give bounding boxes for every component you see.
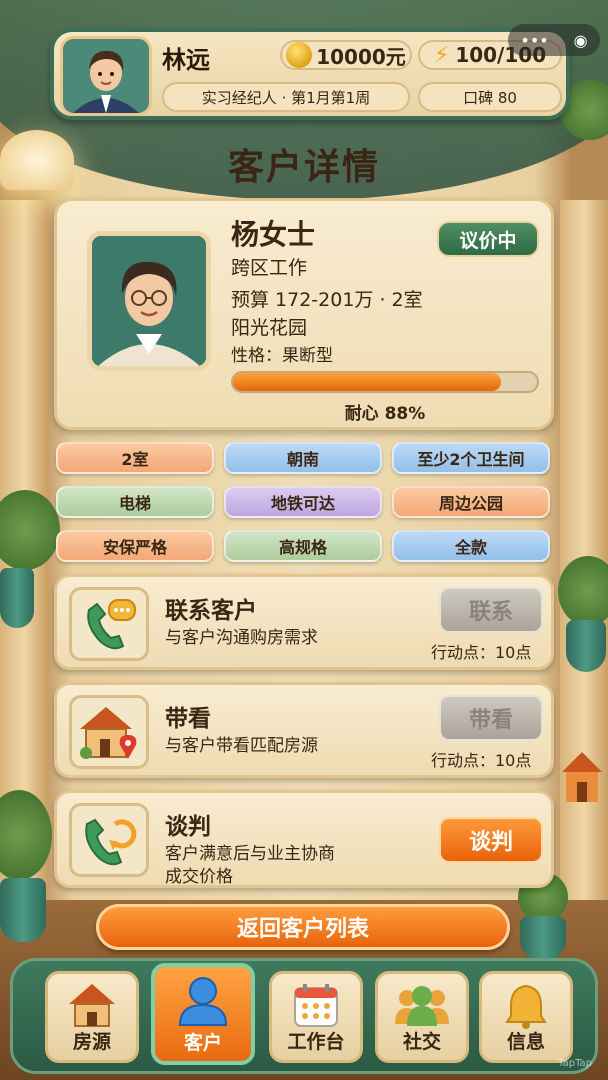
player-name: 林远 [162, 46, 210, 74]
watermark: TapTap [558, 1058, 592, 1069]
pot-decoration [566, 620, 606, 672]
pot-decoration [520, 916, 566, 960]
requirement-tag: 地铁可达 [224, 486, 382, 518]
client-budget: 预算 172-201万 · 2室 [231, 289, 423, 311]
requirement-tag: 周边公园 [392, 486, 550, 518]
player-avatar[interactable] [60, 36, 152, 116]
action-desc: 与客户沟通购房需求 [165, 628, 318, 648]
group-icon [395, 986, 449, 1026]
requirement-tag: 高规格 [224, 530, 382, 562]
nav-item-messages[interactable]: 信息 [479, 971, 573, 1063]
page-title: 客户详情 [227, 147, 380, 188]
client-area: 阳光花园 [231, 317, 308, 339]
patience-label: 耐心 88% [344, 404, 426, 424]
requirement-tag: 全款 [392, 530, 550, 562]
lightning-icon: ⚡ [433, 42, 450, 68]
action-card-viewing: 带看 与客户带看匹配房源 带看 行动点：10点 [54, 682, 554, 778]
requirement-tag: 朝南 [224, 442, 382, 474]
nav-label: 房源 [72, 1031, 111, 1053]
calendar-icon [294, 984, 338, 1027]
bell-icon [505, 984, 547, 1029]
action-desc: 与客户带看匹配房源 [165, 736, 318, 756]
requirement-tag: 安保严格 [56, 530, 214, 562]
contact-button[interactable]: 联系 [439, 587, 543, 633]
player-status-bar: 林远 10000元 ⚡ 100/100 实习经纪人 · 第1月第1周 口碑 80 [50, 28, 570, 120]
requirement-tag: 2室 [56, 442, 214, 474]
action-title: 带看 [165, 706, 211, 732]
patience-bar [231, 371, 539, 393]
status-badge: 议价中 [437, 221, 539, 257]
nav-item-listings[interactable]: 房源 [45, 971, 139, 1063]
nav-item-clients[interactable]: 客户 [151, 963, 255, 1065]
negotiate-button[interactable]: 谈判 [439, 817, 543, 863]
phone-cycle-icon [69, 803, 149, 877]
coin-icon [286, 42, 313, 68]
nav-label: 社交 [402, 1031, 441, 1053]
viewing-button[interactable]: 带看 [439, 695, 543, 741]
close-button[interactable]: ◉ [574, 31, 588, 50]
bottom-navigation: 房源 客户 工作台 社交 信息 [10, 958, 598, 1074]
pot-decoration [0, 878, 46, 942]
phone-chat-icon [69, 587, 149, 661]
nav-item-workbench[interactable]: 工作台 [269, 971, 363, 1063]
client-work: 跨区工作 [231, 257, 308, 279]
rank-date-label: 实习经纪人 · 第1月第1周 [162, 82, 410, 112]
house-icon [69, 984, 115, 1027]
patience-bar-fill [233, 373, 501, 391]
coin-value: 10000元 [316, 44, 406, 69]
requirement-tag: 电梯 [56, 486, 214, 518]
nav-item-social[interactable]: 社交 [375, 971, 469, 1063]
action-cost: 行动点：10点 [431, 643, 532, 662]
mini-program-capsule: ••• ◉ [508, 24, 600, 56]
more-menu-button[interactable]: ••• [520, 31, 548, 50]
action-card-contact: 联系客户 与客户沟通购房需求 联系 行动点：10点 [54, 574, 554, 670]
return-to-client-list-button[interactable]: 返回客户列表 [96, 904, 510, 950]
house-decoration [562, 752, 602, 802]
action-title: 谈判 [165, 814, 211, 840]
client-personality: 性格：果断型 [231, 346, 333, 366]
person-icon [178, 977, 228, 1026]
reputation-label: 口碑 80 [418, 82, 562, 112]
nav-label: 工作台 [287, 1031, 345, 1053]
action-desc: 客户满意后与业主协商成交价格 [165, 844, 335, 887]
client-name: 杨女士 [231, 218, 316, 251]
nav-label: 信息 [506, 1031, 545, 1053]
action-card-negotiate: 谈判 客户满意后与业主协商成交价格 谈判 [54, 790, 554, 888]
client-info-card: 杨女士 议价中 跨区工作 预算 172-201万 · 2室 阳光花园 性格：果断… [54, 198, 554, 430]
nav-label: 客户 [183, 1032, 222, 1054]
client-portrait [87, 231, 211, 371]
house-location-icon [69, 695, 149, 769]
action-title: 联系客户 [165, 598, 257, 624]
requirement-tag: 至少2个卫生间 [392, 442, 550, 474]
action-cost: 行动点：10点 [431, 751, 532, 770]
pot-decoration [0, 568, 34, 628]
coin-counter: 10000元 [280, 40, 412, 70]
